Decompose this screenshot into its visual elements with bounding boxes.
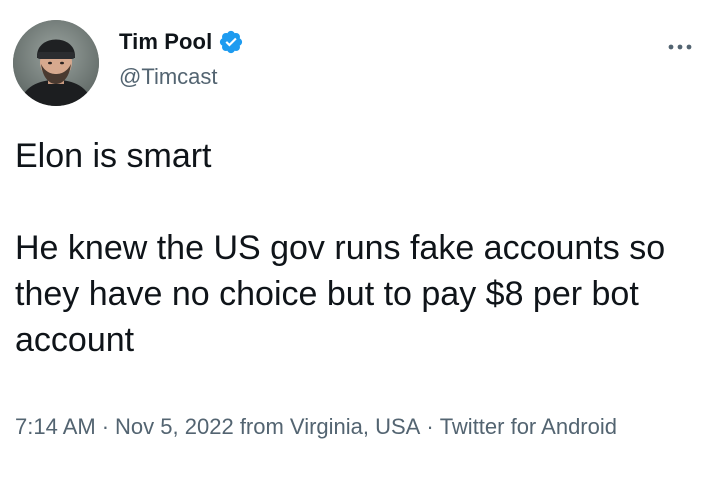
separator: · <box>426 414 434 439</box>
more-button[interactable] <box>663 30 697 64</box>
separator: · <box>101 414 110 439</box>
avatar-image <box>13 20 99 106</box>
avatar[interactable] <box>13 20 99 106</box>
tweet-metadata: 7:14 AM · Nov 5, 2022 from Virginia, USA · T… <box>15 410 675 444</box>
verified-badge-icon <box>218 29 244 55</box>
author-info: Tim Pool @Timcast <box>119 28 244 90</box>
tweet-time[interactable]: 7:14 AM <box>15 414 96 439</box>
more-icon <box>668 44 692 50</box>
tweet-card: Tim Pool @Timcast Elon is smart He knew … <box>0 0 719 497</box>
display-name[interactable]: Tim Pool <box>119 29 212 55</box>
tweet-date[interactable]: Nov 5, 2022 <box>115 414 234 439</box>
tweet-client[interactable]: Twitter for Android <box>440 414 617 439</box>
tweet-text: Elon is smart He knew the US gov runs fa… <box>15 137 666 359</box>
name-row: Tim Pool <box>119 28 244 56</box>
tweet-header: Tim Pool @Timcast <box>13 20 703 106</box>
tweet-location: from Virginia, USA <box>239 414 421 439</box>
handle[interactable]: @Timcast <box>119 64 244 90</box>
